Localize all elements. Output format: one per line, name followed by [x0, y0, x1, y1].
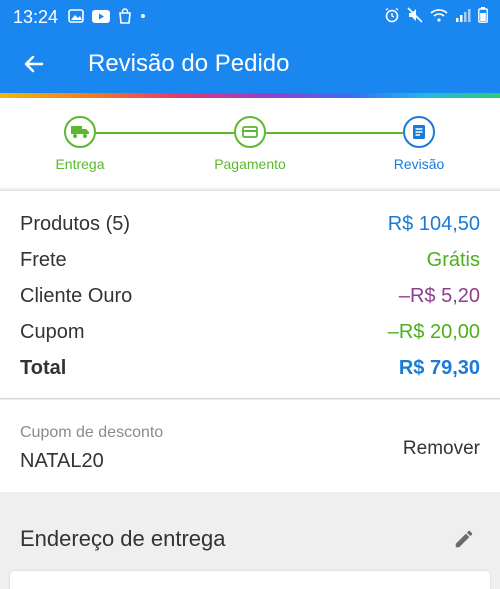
summary-row-produtos: Produtos (5) R$ 104,50 [20, 209, 480, 239]
step-pagamento[interactable]: Pagamento [200, 116, 300, 172]
page-title: Revisão do Pedido [88, 50, 290, 77]
back-button[interactable] [18, 48, 50, 80]
app-bar: 13:24 Revisão do Pedido [0, 0, 500, 94]
step-label: Revisão [393, 156, 445, 172]
summary-value: –R$ 5,20 [398, 285, 480, 307]
summary-value: R$ 79,30 [398, 357, 480, 379]
step-label: Entrega [55, 156, 105, 172]
dot-icon [141, 14, 145, 18]
status-time: 13:24 [13, 7, 59, 27]
summary-label: Total [20, 357, 67, 379]
alarm-icon [385, 7, 399, 23]
pencil-icon [455, 530, 473, 548]
toolbar: Revisão do Pedido [0, 32, 500, 94]
summary-row-total: Total R$ 79,30 [20, 353, 480, 383]
status-right-icons [384, 7, 488, 23]
summary-row-frete: Frete Grátis [20, 245, 480, 275]
photo-icon [68, 9, 84, 23]
step-label: Pagamento [214, 156, 286, 172]
coupon-label: Cupom de desconto [20, 424, 164, 441]
summary-label: Frete [20, 249, 67, 271]
battery-icon [478, 7, 488, 23]
summary-label: Cliente Ouro [20, 285, 133, 307]
card-icon [242, 126, 258, 138]
summary-row-cupom: Cupom –R$ 20,00 [20, 317, 480, 347]
coupon-section: Cupom de desconto NATAL20 Remover [0, 400, 500, 492]
wifi-icon [430, 9, 448, 22]
step-revisao[interactable]: Revisão [369, 116, 469, 172]
order-summary: Produtos (5) R$ 104,50 Frete Grátis Clie… [0, 190, 500, 399]
step-entrega[interactable]: Entrega [30, 116, 130, 172]
address-card[interactable] [10, 571, 490, 589]
document-icon [413, 125, 425, 139]
summary-label: Produtos (5) [20, 213, 131, 235]
summary-value: R$ 104,50 [387, 213, 480, 235]
status-bar: 13:24 [0, 0, 500, 32]
mute-icon [407, 7, 423, 23]
youtube-icon [92, 9, 110, 23]
remove-coupon-button[interactable]: Remover [403, 438, 480, 460]
edit-address-button[interactable] [450, 525, 478, 553]
coupon-code: NATAL20 [20, 450, 104, 472]
arrow-left-icon [24, 55, 44, 73]
signal-icon [456, 9, 471, 22]
summary-label: Cupom [20, 321, 85, 343]
address-title: Endereço de entrega [20, 526, 226, 551]
summary-value: Grátis [426, 249, 480, 271]
summary-value: –R$ 20,00 [387, 321, 480, 343]
step-circle [403, 116, 435, 148]
truck-icon [71, 126, 89, 138]
status-left-icons [68, 8, 146, 24]
address-section: Endereço de entrega [0, 493, 500, 589]
shopping-icon [119, 8, 131, 24]
step-circle [64, 116, 96, 148]
step-circle [234, 116, 266, 148]
summary-row-cliente-ouro: Cliente Ouro –R$ 5,20 [20, 281, 480, 311]
checkout-stepper: Entrega Pagamento Revisão [0, 98, 500, 188]
